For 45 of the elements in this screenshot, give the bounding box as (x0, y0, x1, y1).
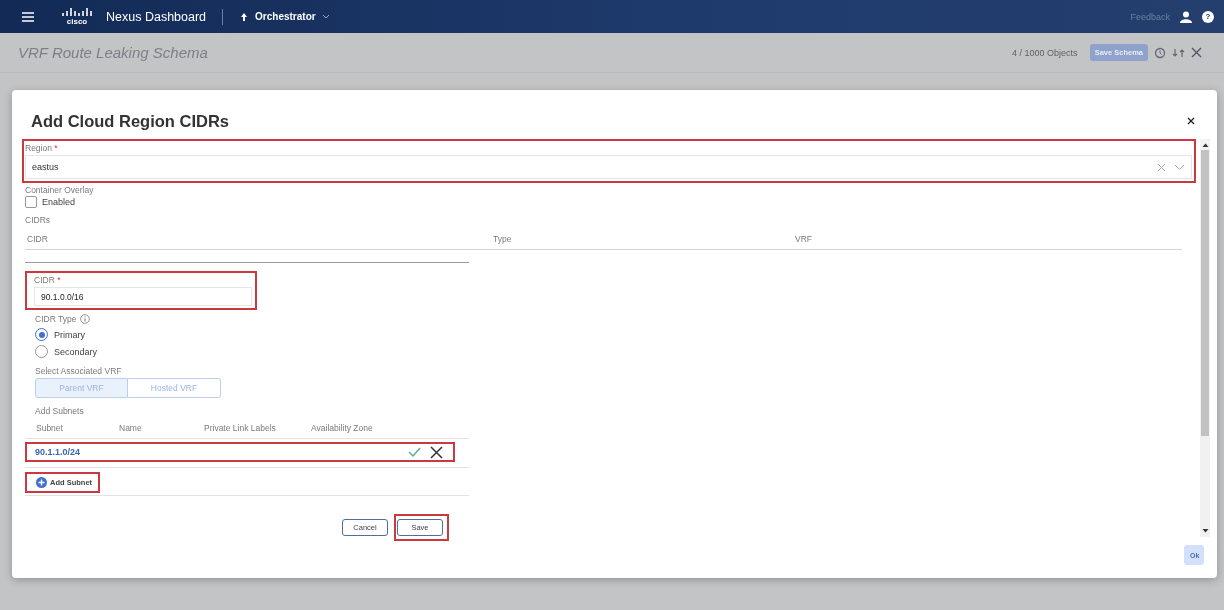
logo-text: cisco (66, 16, 88, 26)
subnet-value: 90.1.1.0/24 (35, 447, 81, 457)
history-icon[interactable] (1154, 46, 1166, 59)
field-label: Container Overlay (25, 185, 95, 195)
checkbox-label: Enabled (42, 197, 76, 207)
field-label: Select Associated VRF (35, 366, 123, 376)
column-header: Type (492, 234, 513, 244)
cidr-field[interactable]: 90.1.0.0/16 (34, 287, 252, 306)
info-icon[interactable] (80, 314, 91, 324)
column-header: Subnet (36, 423, 64, 433)
column-header: CIDR (26, 234, 49, 244)
field-label: Region * (25, 143, 59, 153)
field-label: CIDR * (34, 275, 62, 285)
chevron-down-icon (321, 13, 330, 20)
column-header: VRF (794, 234, 812, 244)
user-icon[interactable] (1180, 10, 1192, 23)
region-select[interactable]: eastus (25, 155, 1192, 179)
brand-name: Nexus Dashboard (106, 9, 207, 24)
column-header: Private Link Labels (204, 423, 277, 433)
section-label: Add Subnets (35, 406, 85, 416)
menu-icon[interactable] (22, 11, 34, 22)
refresh-icon[interactable] (1172, 46, 1185, 59)
logo-bars-icon (62, 7, 92, 17)
app-switcher[interactable]: Orchestrator (239, 11, 330, 22)
section-label: CIDRs (25, 215, 52, 225)
column-header: Name (119, 423, 143, 433)
field-label: CIDR Type (35, 314, 77, 324)
close-icon[interactable] (1187, 117, 1195, 125)
page-title: VRF Route Leaking Schema (18, 44, 208, 61)
dialog-title: Add Cloud Region CIDRs (31, 111, 229, 131)
help-button[interactable]: ? (1202, 10, 1214, 23)
scrollbar[interactable] (1200, 139, 1210, 537)
close-icon[interactable] (430, 445, 443, 459)
radio-label: Secondary (54, 346, 98, 357)
scroll-down-icon[interactable] (1200, 528, 1210, 534)
scroll-up-icon[interactable] (1200, 142, 1210, 148)
checkbox[interactable] (25, 196, 37, 208)
clear-icon[interactable] (1157, 162, 1166, 172)
plus-icon (36, 477, 47, 488)
object-count: 4 / 1000 Objects (1012, 47, 1078, 58)
chevron-down-icon[interactable] (1174, 163, 1185, 171)
check-icon[interactable] (408, 447, 421, 457)
column-header: Availability Zone (311, 423, 373, 433)
radio-label: Primary (54, 329, 85, 340)
arrow-up-icon (239, 11, 250, 22)
